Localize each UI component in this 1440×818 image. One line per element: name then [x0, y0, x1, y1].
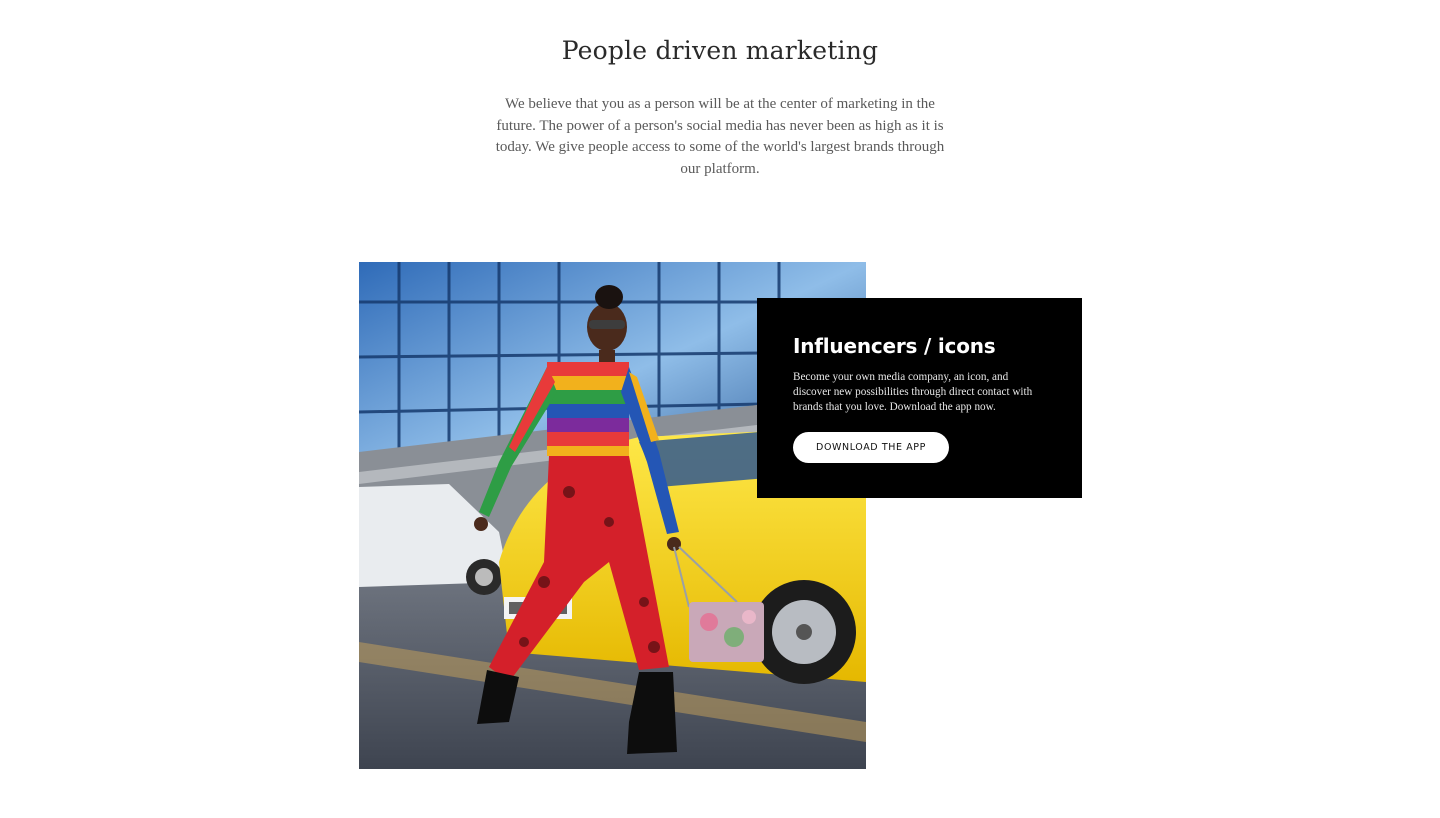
card-title: Influencers / icons: [793, 334, 996, 358]
section-title: People driven marketing: [561, 36, 879, 65]
card-description: Become your own media company, an icon, …: [793, 371, 1033, 414]
feature-card: Influencers / icons Become your own medi…: [757, 298, 1082, 498]
page: People driven marketing We believe that …: [0, 0, 1440, 818]
section-description: We believe that you as a person will be …: [495, 96, 945, 177]
download-app-button[interactable]: DOWNLOAD THE APP: [793, 431, 949, 463]
